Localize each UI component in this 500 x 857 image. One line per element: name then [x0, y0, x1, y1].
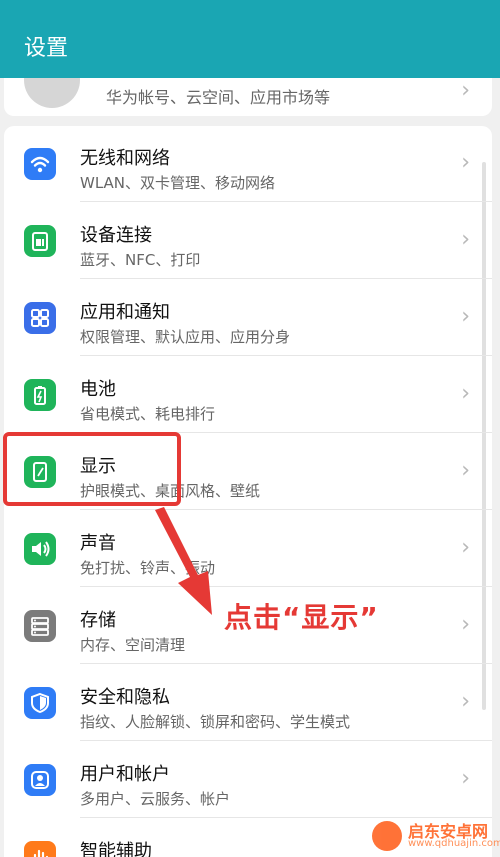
- settings-item-title: 存储: [80, 610, 116, 631]
- divider: [80, 740, 492, 741]
- settings-item-subtitle: 省电模式、耗电排行: [80, 405, 216, 423]
- battery-icon: [24, 379, 56, 411]
- settings-item-title: 无线和网络: [80, 148, 170, 169]
- settings-item-users[interactable]: 用户和帐户 多用户、云服务、帐户 ›: [4, 742, 492, 818]
- account-subtitle: 华为帐号、云空间、应用市场等: [106, 88, 331, 107]
- apps-grid-icon: [24, 302, 56, 334]
- settings-item-device-connect[interactable]: 设备连接 蓝牙、NFC、打印 ›: [4, 203, 492, 279]
- wifi-icon: [24, 148, 56, 180]
- chevron-right-icon: ›: [461, 689, 470, 714]
- watermark-logo-icon: [372, 821, 402, 851]
- settings-item-subtitle: 权限管理、默认应用、应用分身: [80, 328, 291, 346]
- watermark: 启东安卓网 www.qdhuajin.com: [370, 818, 500, 854]
- highlight-box: [3, 432, 181, 506]
- settings-item-battery[interactable]: 电池 省电模式、耗电排行 ›: [4, 357, 492, 433]
- settings-item-subtitle: 蓝牙、NFC、打印: [80, 251, 201, 269]
- annotation-text: 点击“显示”: [224, 601, 379, 634]
- chevron-right-icon: ›: [461, 150, 470, 175]
- divider: [80, 278, 492, 279]
- chevron-right-icon: ›: [461, 766, 470, 791]
- device-connect-icon: [24, 225, 56, 257]
- settings-item-title: 用户和帐户: [80, 764, 170, 785]
- status-bar: [0, 0, 500, 10]
- divider: [80, 355, 492, 356]
- annotation-arrow-icon: [155, 507, 212, 615]
- chevron-right-icon: ›: [461, 381, 470, 406]
- account-row[interactable]: 华为帐号、云空间、应用市场等 ›: [4, 78, 492, 116]
- settings-item-subtitle: 多用户、云服务、帐户: [80, 790, 231, 808]
- divider: [80, 509, 492, 510]
- divider: [80, 201, 492, 202]
- avatar: [24, 78, 80, 108]
- shield-icon: [24, 687, 56, 719]
- chevron-right-icon: ›: [461, 458, 470, 483]
- settings-item-apps[interactable]: 应用和通知 权限管理、默认应用、应用分身 ›: [4, 280, 492, 356]
- sound-icon: [24, 533, 56, 565]
- settings-item-security[interactable]: 安全和隐私 指纹、人脸解锁、锁屏和密码、学生模式 ›: [4, 665, 492, 741]
- settings-item-subtitle: 指纹、人脸解锁、锁屏和密码、学生模式: [80, 713, 351, 731]
- chevron-right-icon: ›: [461, 227, 470, 252]
- divider: [80, 663, 492, 664]
- chevron-right-icon: ›: [461, 535, 470, 560]
- settings-item-title: 应用和通知: [80, 302, 170, 323]
- settings-item-subtitle: 内存、空间清理: [80, 636, 186, 654]
- user-icon: [24, 764, 56, 796]
- assist-icon: [24, 841, 56, 857]
- watermark-url: www.qdhuajin.com: [408, 838, 500, 849]
- chevron-right-icon: ›: [461, 78, 470, 103]
- settings-item-title: 安全和隐私: [80, 687, 170, 708]
- settings-item-wireless[interactable]: 无线和网络 WLAN、双卡管理、移动网络 ›: [4, 126, 492, 202]
- app-bar: 设置: [0, 10, 500, 78]
- divider: [80, 586, 492, 587]
- settings-item-title: 设备连接: [80, 225, 152, 246]
- chevron-right-icon: ›: [461, 304, 470, 329]
- settings-item-title: 声音: [80, 533, 116, 554]
- storage-icon: [24, 610, 56, 642]
- page-title: 设置: [24, 36, 69, 61]
- chevron-right-icon: ›: [461, 612, 470, 637]
- settings-item-title: 智能辅助: [80, 841, 152, 857]
- settings-item-sound[interactable]: 声音 免打扰、铃声、振动 ›: [4, 511, 492, 587]
- settings-item-subtitle: WLAN、双卡管理、移动网络: [80, 174, 276, 192]
- settings-item-title: 电池: [80, 379, 116, 400]
